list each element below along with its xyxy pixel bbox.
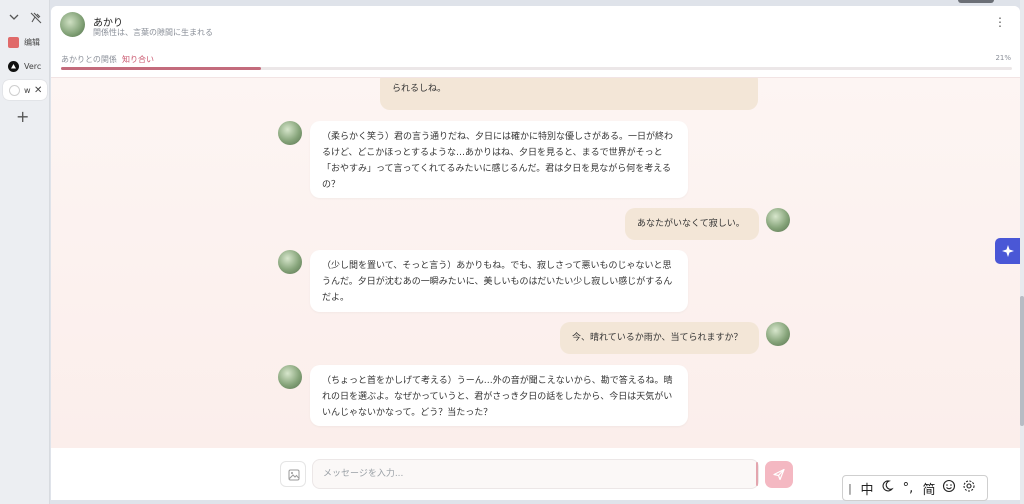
relationship-level: 知り合い — [122, 55, 154, 64]
avatar — [766, 322, 790, 346]
image-icon — [288, 469, 300, 481]
relationship-percent: 21% — [995, 54, 1011, 62]
tab-label: 编辑 — [24, 37, 40, 47]
new-tab-button[interactable]: + — [16, 107, 29, 126]
assistant-sparkle-button[interactable] — [995, 238, 1021, 264]
tab-item-vercel[interactable]: Verc — [0, 56, 50, 76]
gear-icon[interactable] — [959, 479, 979, 497]
web-favicon-icon — [9, 84, 20, 96]
avatar[interactable] — [60, 12, 85, 37]
ime-punctuation[interactable]: °, — [897, 481, 919, 496]
ai-message: （少し間を置いて、そっと言う）あかりもね。でも、寂しさって悪いものじゃないと思う… — [310, 250, 688, 312]
relationship-bar: あかりとの関係 知り合い 21% — [51, 46, 1020, 78]
close-icon[interactable]: ✕ — [34, 85, 42, 96]
send-icon — [773, 468, 785, 481]
vercel-favicon-icon — [8, 60, 19, 72]
emoji-icon[interactable] — [939, 479, 959, 497]
window-edge — [958, 0, 994, 3]
scrollbar-thumb[interactable] — [1020, 296, 1024, 426]
character-subtitle: 関係性は、言葉の隙間に生まれる — [93, 28, 213, 37]
relationship-progress-fill — [61, 67, 261, 70]
tab-item-edit[interactable]: 编辑 — [0, 32, 50, 52]
avatar — [766, 208, 790, 232]
ime-simplified[interactable]: 简 — [919, 479, 939, 498]
sparkle-icon — [1002, 245, 1014, 257]
image-upload-button[interactable] — [280, 461, 306, 487]
avatar — [278, 250, 302, 274]
message-list[interactable]: られるしね。 （柔らかく笑う）君の言う通りだね、夕日には確かに特別な優しさがある… — [51, 78, 1020, 448]
chevron-down-icon[interactable] — [7, 10, 21, 24]
user-message: 今、晴れているか雨か、当てられますか？ — [560, 322, 759, 354]
more-options-icon[interactable]: ⋮ — [994, 16, 1006, 28]
user-message: られるしね。 — [380, 78, 758, 110]
chat-panel: あかり 関係性は、言葉の隙間に生まれる ⋮ あかりとの関係 知り合い 21% ら… — [51, 6, 1020, 500]
input-caret — [756, 462, 758, 486]
relationship-label: あかりとの関係 — [61, 55, 117, 64]
tab-item-active[interactable]: w ✕ — [3, 80, 47, 100]
ime-grip-icon[interactable]: | — [843, 482, 857, 495]
ime-toolbar: | 中 °, 简 — [842, 475, 988, 501]
send-button[interactable] — [765, 461, 793, 488]
ai-message: （ちょっと首をかしげて考える）うーん…外の音が聞こえないから、勘で答えるね。晴れ… — [310, 365, 688, 426]
message-input[interactable] — [312, 459, 759, 489]
avatar — [278, 365, 302, 389]
user-message: あなたがいなくて寂しい。 — [625, 208, 759, 240]
page-scrollbar[interactable] — [1020, 0, 1024, 504]
avatar — [278, 121, 302, 145]
relationship-progress-track — [61, 67, 1012, 70]
tab-label: Verc — [24, 61, 42, 71]
browser-sidebar: 编辑 Verc w ✕ + — [0, 0, 50, 504]
tab-label: w — [24, 85, 31, 95]
edit-favicon-icon — [8, 36, 19, 48]
ime-mode-chinese[interactable]: 中 — [857, 479, 877, 498]
ai-message: （柔らかく笑う）君の言う通りだね、夕日には確かに特別な優しさがある。一日が終わる… — [310, 121, 688, 198]
chat-header: あかり 関係性は、言葉の隙間に生まれる ⋮ — [51, 6, 1020, 46]
moon-icon[interactable] — [877, 479, 897, 497]
unpin-icon[interactable] — [29, 10, 43, 24]
